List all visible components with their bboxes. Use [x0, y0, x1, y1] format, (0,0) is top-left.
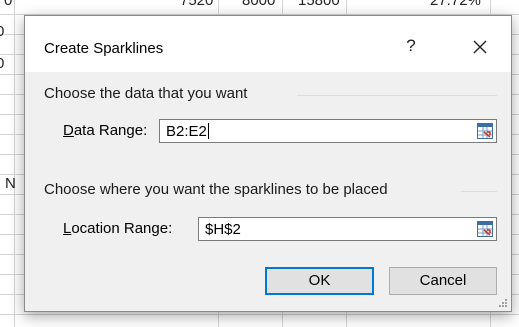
data-range-accelerator: D — [63, 122, 74, 139]
close-icon — [473, 40, 487, 54]
grid-line — [14, 0, 15, 327]
resize-grip-icon[interactable] — [498, 298, 508, 308]
dialog-titlebar: Create Sparklines ? — [25, 16, 511, 72]
cell-value: 27.72% — [430, 0, 481, 9]
cell-value: N — [5, 175, 16, 192]
ok-button[interactable]: OK — [265, 267, 374, 295]
data-range-input[interactable]: B2:E2 — [159, 119, 497, 143]
location-range-value: $H$2 — [205, 221, 241, 238]
dialog-title: Create Sparklines — [44, 40, 164, 57]
cell-value: 0 — [0, 23, 5, 40]
close-button[interactable] — [465, 33, 495, 61]
cell-value: 8000 — [242, 0, 276, 9]
cancel-button[interactable]: Cancel — [389, 267, 497, 295]
help-button[interactable]: ? — [398, 33, 424, 59]
location-section-title: Choose where you want the sparklines to … — [44, 181, 388, 198]
location-range-label-text: ocation Range: — [71, 220, 173, 237]
data-range-label: Data Range: — [63, 122, 147, 139]
cell-value: 0 — [0, 55, 5, 72]
text-caret — [207, 123, 209, 139]
range-picker-icon[interactable] — [477, 221, 493, 237]
create-sparklines-dialog: Create Sparklines ? Choose the data that… — [24, 15, 512, 312]
data-range-label-text: ata Range: — [73, 122, 148, 139]
location-range-input[interactable]: $H$2 — [198, 217, 497, 241]
data-section-title: Choose the data that you want — [44, 85, 248, 102]
data-range-value: B2:E2 — [166, 123, 209, 140]
top-cells-row: 0 7520 8000 15800 27.72% — [0, 0, 519, 14]
grid-line — [0, 314, 519, 315]
data-range-text: B2:E2 — [166, 123, 207, 140]
location-range-label: Location Range: — [63, 220, 172, 237]
section-divider — [461, 191, 497, 192]
cell-value: 15800 — [298, 0, 340, 9]
cell-value: 0 — [4, 0, 13, 9]
section-divider — [297, 95, 497, 96]
cell-value: 7520 — [180, 0, 214, 9]
range-picker-icon[interactable] — [477, 123, 493, 139]
